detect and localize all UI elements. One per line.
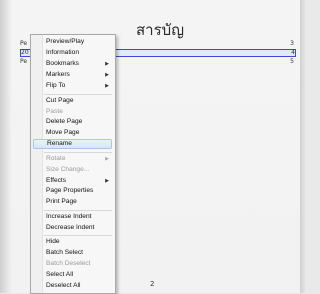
menu-separator [44,152,112,153]
toc-row-page: 3 [290,40,294,47]
menu-item-batch-select[interactable]: Batch Select [33,248,112,258]
menu-item-delete-page[interactable]: Delete Page [33,117,112,127]
menu-item-page-properties[interactable]: Page Properties [33,186,112,196]
submenu-arrow-icon: ▶ [105,72,109,78]
menu-item-preview-play[interactable]: Preview/Play [33,37,112,47]
page-number: 2 [150,280,155,288]
page-fold-shadow [0,0,12,293]
menu-item-move-page[interactable]: Move Page [33,128,112,138]
submenu-arrow-icon: ▶ [105,61,109,67]
page-edge-shadow [300,0,307,293]
menu-item-rename[interactable]: Rename [33,139,112,149]
menu-item-hide[interactable]: Hide [33,237,112,247]
menu-item-size-change[interactable]: Size Change... [33,165,112,175]
menu-item-information[interactable]: Information [33,48,112,58]
menu-item-flip-to[interactable]: Flip To ▶ [33,81,112,91]
toc-row-label: 20 [21,49,29,56]
context-menu: Preview/Play Information Bookmarks ▶ Mark… [30,34,116,294]
menu-item-paste[interactable]: Paste [33,107,112,117]
menu-item-increase-indent[interactable]: Increase Indent [33,212,112,222]
menu-item-cut-page[interactable]: Cut Page [33,96,112,106]
menu-item-bookmarks[interactable]: Bookmarks ▶ [33,59,112,69]
menu-item-effects[interactable]: Effects ▶ [33,176,112,186]
submenu-arrow-icon: ▶ [105,156,109,162]
menu-item-label: Markers [46,71,70,78]
menu-separator [44,94,112,95]
menu-item-decrease-indent[interactable]: Decrease Indent [33,223,112,233]
toc-row-page: 4 [291,49,295,56]
menu-item-label: Flip To [46,82,66,89]
toc-title: สารบัญ [136,21,184,39]
menu-item-label: Bookmarks [46,60,79,67]
menu-item-label: Rotate [46,155,66,162]
menu-separator [44,210,112,211]
menu-item-rotate[interactable]: Rotate ▶ [33,154,112,164]
menu-separator [44,235,112,236]
menu-item-label: Effects [46,177,67,184]
menu-item-deselect-all[interactable]: Deselect All [33,281,112,291]
menu-item-markers[interactable]: Markers ▶ [33,70,112,80]
submenu-arrow-icon: ▶ [105,83,109,89]
menu-item-print-page[interactable]: Print Page [33,197,112,207]
toc-row-label: Pe [20,58,28,65]
submenu-arrow-icon: ▶ [105,178,109,184]
toc-row-label: Pe [20,40,28,47]
menu-item-select-all[interactable]: Select All [33,270,112,280]
toc-row-page: 5 [290,58,294,65]
menu-item-batch-deselect[interactable]: Batch Deselect [33,259,112,269]
